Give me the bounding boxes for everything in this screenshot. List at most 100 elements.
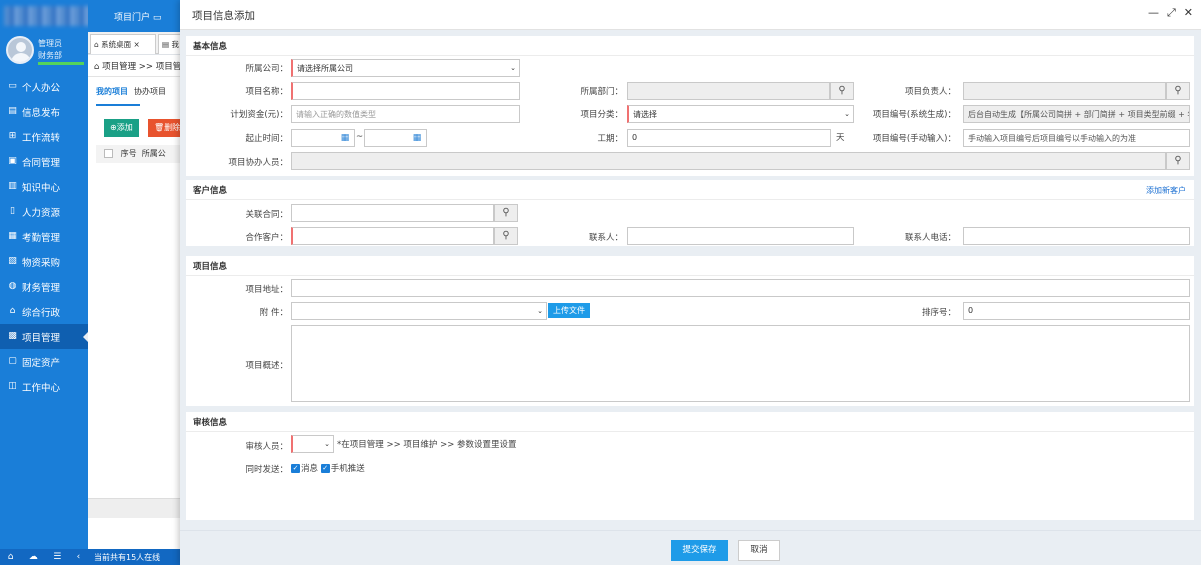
portal-link[interactable]: 项目门户 ▭ — [114, 10, 161, 23]
attachment-select[interactable]: ⌄ — [291, 302, 547, 320]
end-date-input[interactable]: ▦ — [364, 129, 427, 147]
partner-label: 合作客户： — [245, 233, 288, 243]
sidebar-item-contract[interactable]: ▣ 合同管理 — [0, 149, 88, 174]
code-auto-label: 项目编号(系统生成)： — [872, 110, 956, 120]
sidebar-item-workflow[interactable]: ⊞ 工作流转 — [0, 124, 88, 149]
calendar-icon: ▦ — [8, 231, 17, 241]
budget-input[interactable]: 请输入正确的数值类型 — [291, 105, 520, 123]
minimize-icon[interactable]: — — [1148, 6, 1159, 20]
project-name-input[interactable] — [291, 82, 520, 100]
section-title: 项目信息 — [186, 256, 1194, 276]
sidebar-item-info-publish[interactable]: ▤ 信息发布 — [0, 99, 88, 124]
sidebar-item-personal-office[interactable]: ▭ 个人办公 — [0, 74, 88, 99]
sidebar-item-hr[interactable]: ▯ 人力资源 — [0, 199, 88, 224]
search-icon[interactable]: ⚲ — [1166, 152, 1190, 170]
sidebar-item-assets[interactable]: ▢ 固定资产 — [0, 349, 88, 374]
online-status: 当前共有15人在线 — [88, 549, 188, 565]
overview-textarea[interactable] — [291, 325, 1190, 402]
contact-phone-input[interactable] — [963, 227, 1190, 245]
department-input[interactable] — [627, 82, 830, 100]
sidebar-item-purchase[interactable]: ▧ 物资采购 — [0, 249, 88, 274]
duration-label: 工期： — [597, 134, 623, 144]
monitor-icon: ▢ — [8, 356, 17, 366]
address-input[interactable] — [291, 279, 1190, 297]
category-select[interactable]: 请选择 ⌄ — [627, 105, 854, 123]
user-dept: 财务部 — [38, 51, 62, 60]
calendar-icon[interactable]: ▦ — [339, 132, 351, 144]
manager-input[interactable] — [963, 82, 1166, 100]
tab-my-projects[interactable]: 我的项目 — [96, 87, 128, 96]
contact-input[interactable] — [627, 227, 854, 245]
manager-label: 项目负责人： — [904, 87, 956, 97]
sidebar-item-work-center[interactable]: ◫ 工作中心 — [0, 374, 88, 399]
sidebar-item-label: 合同管理 — [22, 157, 61, 169]
search-icon[interactable]: ⚲ — [1166, 82, 1190, 100]
sort-no-input[interactable]: 0 — [963, 302, 1190, 320]
search-icon[interactable]: ⚲ — [830, 82, 854, 100]
chevron-down-icon: ⌄ — [844, 110, 850, 118]
audit-info-section: 审核信息 审核人员： ⌄ *在项目管理 >> 项目维护 >> 参数设置里设置 同… — [186, 412, 1194, 520]
start-date-input[interactable]: ▦ — [291, 129, 355, 147]
page-tabs: ⌂ 系统桌面 × ▤ 我 — [88, 32, 188, 54]
sidebar-item-label: 综合行政 — [22, 307, 61, 319]
project-add-dialog: 项目信息添加 — ⤢ ✕ 基本信息 所属公司： 请选择所属公司 ⌄ 项目名称： 计… — [180, 0, 1201, 565]
notify-options: ✓ 消息 ✓ 手机推送 — [291, 464, 365, 474]
cloud-icon[interactable]: ☁ — [29, 552, 38, 562]
dialog-title: 项目信息添加 — [192, 10, 255, 22]
add-customer-link[interactable]: 添加新客户 — [1146, 185, 1186, 196]
delete-button[interactable]: 🗑删除 — [148, 119, 180, 137]
search-icon[interactable]: ⚲ — [494, 227, 518, 245]
avatar[interactable] — [6, 36, 34, 64]
basic-info-section: 基本信息 所属公司： 请选择所属公司 ⌄ 项目名称： 计划资金(元)： 请输入正确… — [186, 36, 1194, 176]
chevron-down-icon: ⌄ — [324, 440, 330, 448]
workflow-icon: ⊞ — [8, 131, 17, 141]
sidebar-item-attendance[interactable]: ▦ 考勤管理 — [0, 224, 88, 249]
maximize-icon[interactable]: ⤢ — [1167, 6, 1176, 20]
message-checkbox[interactable]: ✓ — [291, 464, 300, 473]
sidebar-item-label: 项目管理 — [22, 332, 61, 344]
contract-icon: ▣ — [8, 156, 17, 166]
sidebar-item-project[interactable]: ▩ 项目管理 — [0, 324, 89, 349]
upload-file-button[interactable]: 上传文件 — [548, 303, 590, 318]
project-icon: ▩ — [8, 331, 17, 341]
close-icon[interactable]: × — [134, 40, 140, 49]
sidebar-item-label: 个人办公 — [22, 82, 61, 94]
sidebar-item-admin[interactable]: ⌂ 综合行政 — [0, 299, 88, 324]
active-tab-indicator — [96, 104, 140, 106]
money-icon: ◍ — [8, 281, 17, 291]
partner-input[interactable] — [291, 227, 494, 245]
horizontal-scrollbar[interactable] — [88, 498, 188, 518]
duration-input[interactable]: 0 — [627, 129, 831, 147]
tab-assist-projects[interactable]: 协办项目 — [134, 87, 166, 96]
add-button[interactable]: ⊕添加 — [104, 119, 139, 137]
search-icon[interactable]: ⚲ — [494, 204, 518, 222]
sidebar-item-finance[interactable]: ◍ 财务管理 — [0, 274, 88, 299]
close-icon[interactable]: ✕ — [1184, 6, 1193, 20]
home-icon[interactable]: ⌂ — [8, 552, 14, 562]
select-all-checkbox[interactable] — [104, 149, 113, 158]
auditor-select[interactable]: ⌄ — [291, 435, 334, 453]
sms-checkbox[interactable]: ✓ — [320, 464, 330, 473]
cancel-button[interactable]: 取消 — [738, 540, 780, 561]
top-bar: 项目门户 ▭ — [88, 0, 188, 32]
table-header: 序号 所属公 — [96, 145, 186, 163]
submit-save-button[interactable]: 提交保存 — [671, 540, 728, 561]
assistants-label: 项目协办人员： — [228, 158, 288, 168]
code-manual-input[interactable]: 手动输入项目编号后项目编号以手动输入的为准 — [963, 129, 1190, 147]
collapse-icon[interactable]: ‹ — [77, 552, 81, 562]
overview-label: 项目概述： — [245, 361, 288, 371]
calendar-icon[interactable]: ▦ — [411, 132, 423, 144]
sidebar-item-knowledge[interactable]: ▥ 知识中心 — [0, 174, 88, 199]
tab-desktop[interactable]: ⌂ 系统桌面 × — [90, 34, 156, 54]
people-icon: ▯ — [10, 206, 15, 216]
contract-input[interactable] — [291, 204, 494, 222]
company-select[interactable]: 请选择所属公司 ⌄ — [291, 59, 520, 77]
book-icon: ▥ — [8, 181, 17, 191]
sidebar-item-label: 知识中心 — [22, 182, 61, 194]
main-sidebar: 管理员 财务部 ▭ 个人办公 ▤ 信息发布 ⊞ 工作流转 ▣ 合同管理 ▥ 知识中心 ▯ 人… — [0, 0, 98, 565]
period-label: 起止时间： — [245, 134, 288, 144]
chevron-down-icon: ⌄ — [510, 64, 516, 72]
app-logo — [4, 6, 98, 26]
menu-icon[interactable]: ☰ — [53, 552, 61, 562]
assistants-input[interactable] — [291, 152, 1166, 170]
